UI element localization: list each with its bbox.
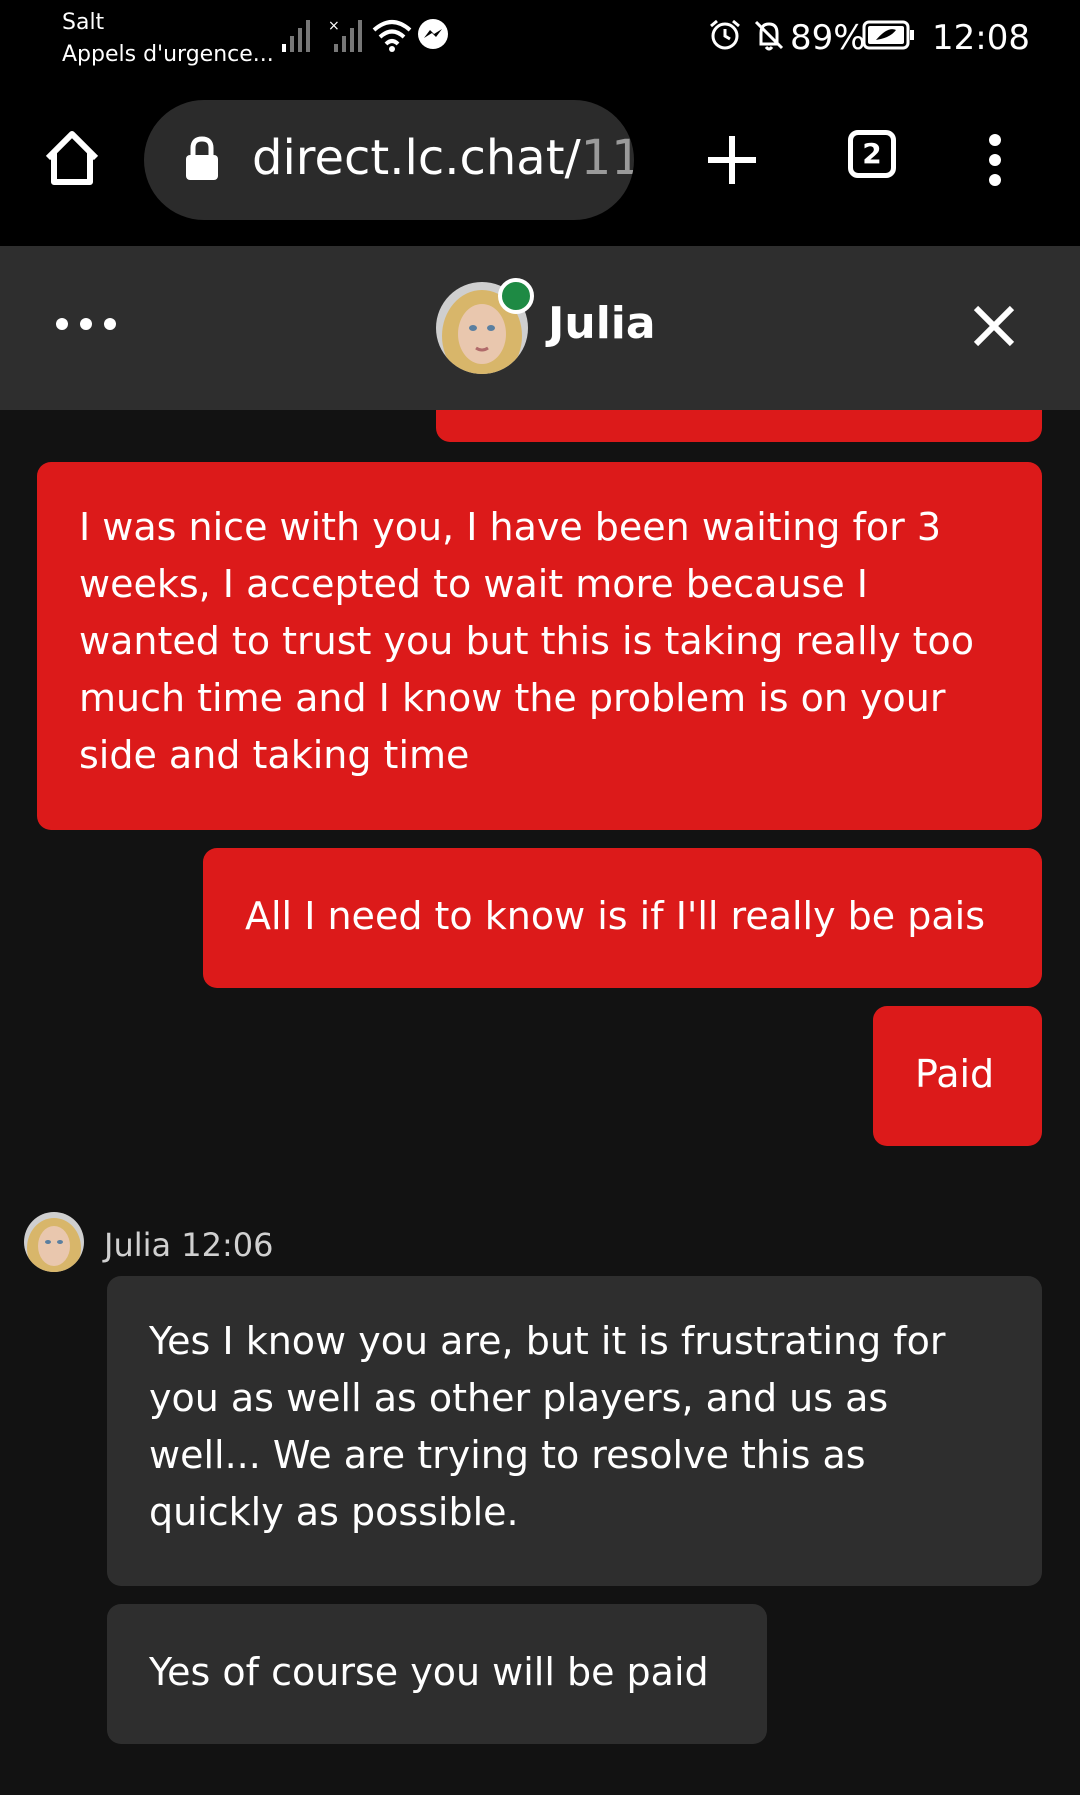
message-text: Yes of course you will be paid <box>149 1650 709 1694</box>
agent-name: Julia <box>548 298 656 349</box>
signal-icon <box>282 20 310 52</box>
signal-no-sim-icon: × <box>328 18 362 52</box>
status-bar: Salt Appels d'urgence... × 89% 12:08 <box>0 0 1080 80</box>
message-bubble-outgoing: I was nice with you, I have been waiting… <box>37 462 1042 830</box>
wifi-icon <box>372 20 412 52</box>
overflow-menu-icon[interactable] <box>980 130 1010 190</box>
message-bubble-outgoing: All I need to know is if I'll really be … <box>203 848 1042 988</box>
carrier-name: Salt <box>62 10 105 35</box>
chat-header: Julia <box>0 246 1080 410</box>
svg-text:×: × <box>328 18 340 34</box>
message-text: All I need to know is if I'll really be … <box>245 894 986 938</box>
message-bubble-incoming: Yes I know you are, but it is frustratin… <box>107 1276 1042 1586</box>
battery-percent: 89% <box>790 18 866 58</box>
message-text: Yes I know you are, but it is frustratin… <box>149 1319 946 1534</box>
mute-bell-icon <box>754 20 784 51</box>
battery-icon <box>862 20 914 50</box>
clock: 12:08 <box>932 18 1030 58</box>
emergency-calls-label: Appels d'urgence... <box>62 42 274 67</box>
sender-label: Julia 12:06 <box>104 1226 274 1264</box>
url-path: 118 <box>580 130 634 186</box>
message-bubble-outgoing: Paid <box>873 1006 1042 1146</box>
close-icon[interactable] <box>972 304 1016 348</box>
online-status-indicator <box>498 278 534 314</box>
url-text[interactable]: direct.lc.chat/118 <box>252 130 634 186</box>
tab-switcher-button[interactable]: 2 <box>848 130 896 178</box>
messenger-icon <box>418 19 448 49</box>
alarm-icon <box>710 19 740 50</box>
message-list[interactable]: I was nice with you, I have been waiting… <box>0 410 1080 1795</box>
tab-count: 2 <box>862 137 882 170</box>
more-options-icon[interactable] <box>54 314 118 334</box>
message-text: I was nice with you, I have been waiting… <box>79 505 975 777</box>
browser-toolbar: direct.lc.chat/118 2 <box>0 80 1080 246</box>
message-bubble-incoming: Yes of course you will be paid <box>107 1604 767 1744</box>
message-text: Paid <box>915 1052 995 1096</box>
message-bubble-outgoing-partial <box>436 410 1042 442</box>
lock-icon <box>186 136 218 180</box>
address-bar[interactable]: direct.lc.chat/118 <box>144 100 634 220</box>
sender-avatar <box>24 1212 84 1272</box>
url-host: direct.lc.chat/ <box>252 130 581 186</box>
home-icon[interactable] <box>42 128 102 188</box>
new-tab-icon[interactable] <box>702 130 762 190</box>
